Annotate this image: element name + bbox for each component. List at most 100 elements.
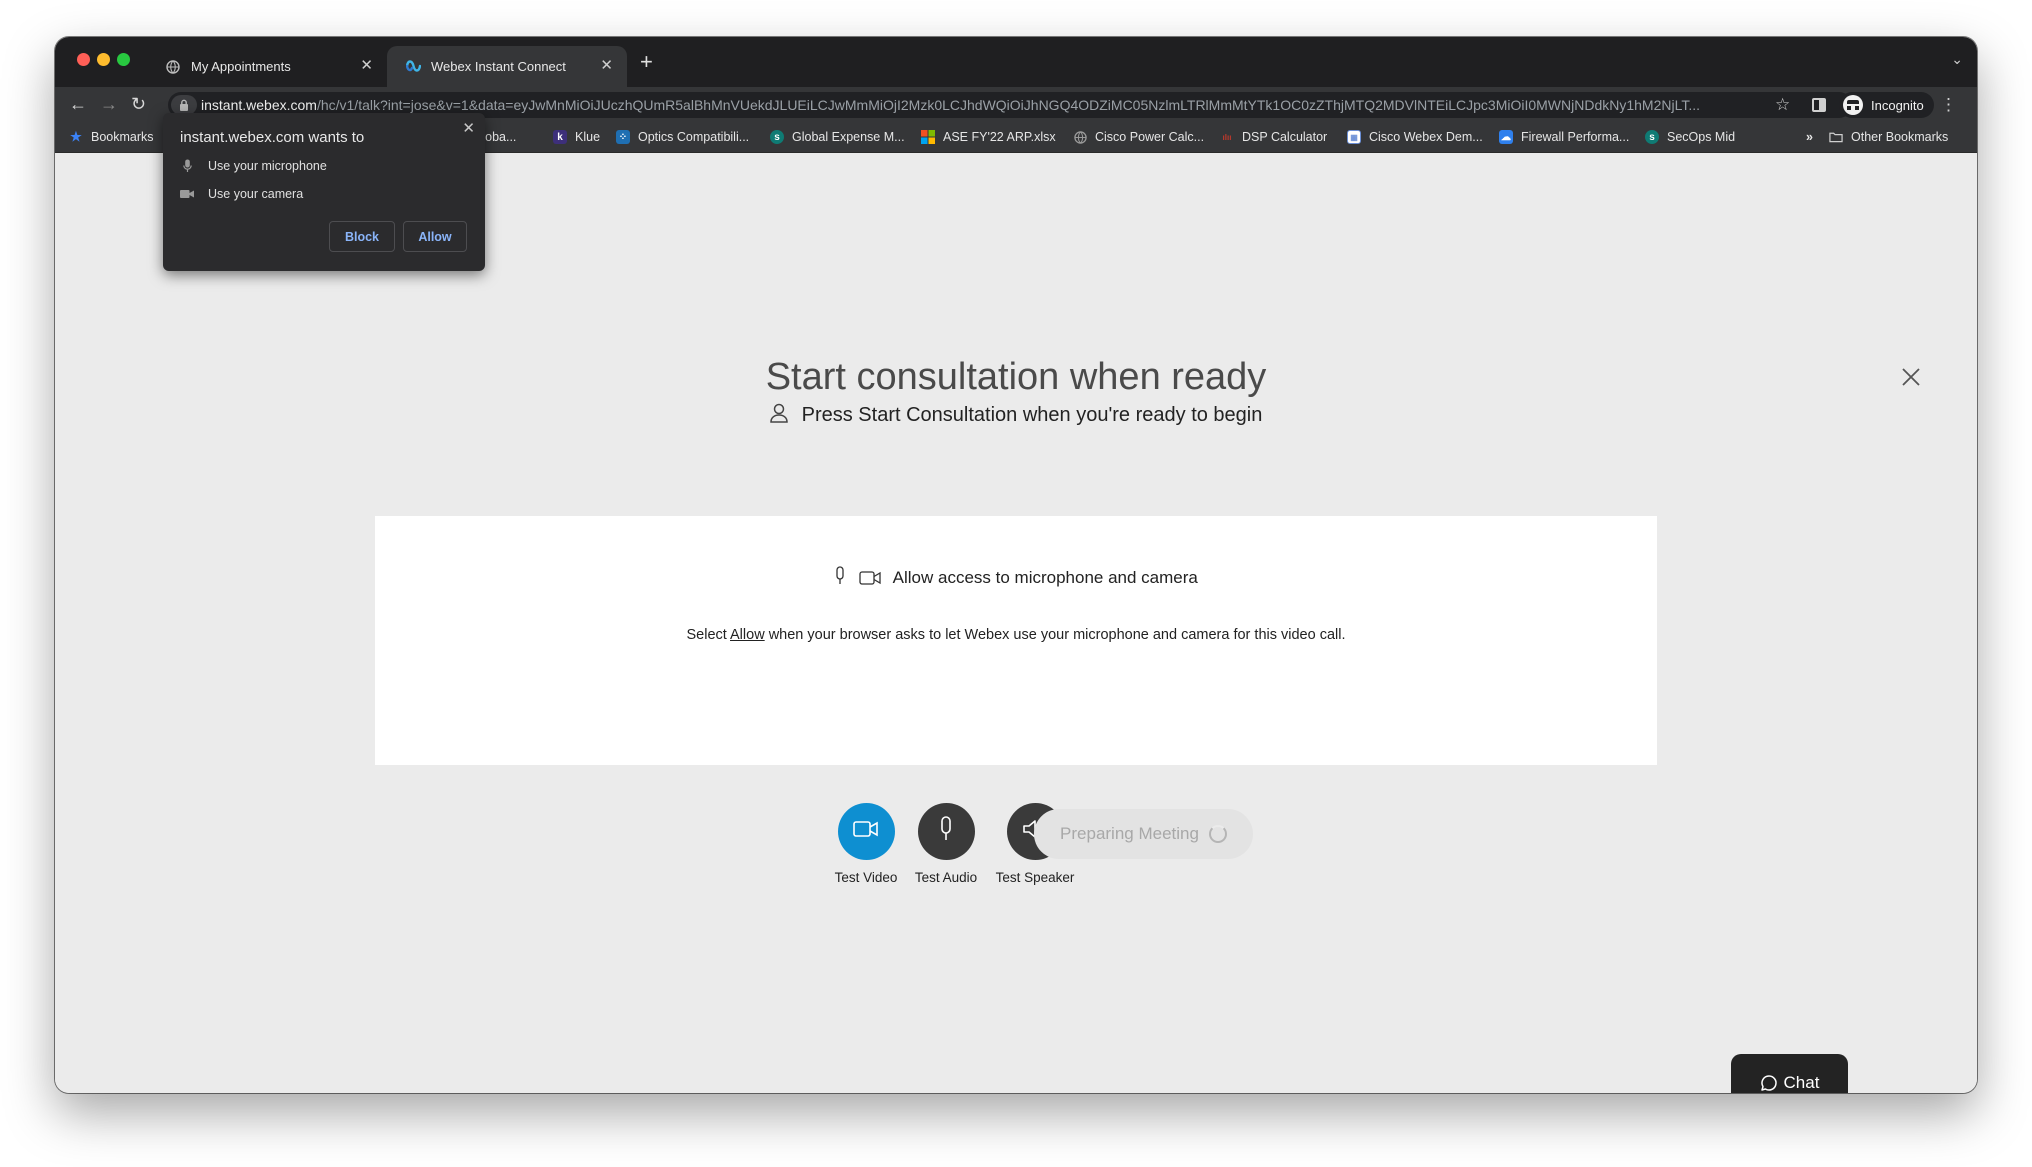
close-tab-icon[interactable]: ✕: [600, 56, 613, 74]
webex-icon: [405, 59, 421, 75]
sharepoint-icon: s: [770, 130, 784, 144]
new-tab-button[interactable]: +: [640, 49, 653, 75]
page-subtitle: Press Start Consultation when you're rea…: [55, 403, 1977, 429]
calendar-icon: ▦: [1347, 130, 1361, 144]
loading-spinner-icon: [1208, 825, 1227, 843]
tab-webex-instant-connect[interactable]: Webex Instant Connect ✕: [387, 46, 627, 87]
permission-title: instant.webex.com wants to: [180, 129, 365, 146]
bookmark-item[interactable]: s SecOps Mid: [1645, 130, 1735, 144]
zoom-window-button[interactable]: [117, 53, 130, 66]
card-body: Select Allow when your browser asks to l…: [375, 627, 1657, 643]
tab-label: My Appointments: [191, 59, 291, 74]
tab-strip: My Appointments ✕ Webex Instant Connect …: [55, 37, 1977, 87]
chat-bubble-icon: [1760, 1074, 1778, 1092]
bookmark-label: Klue: [575, 130, 601, 144]
bookmark-label: ASE FY'22 ARP.xlsx: [943, 130, 1056, 144]
subtitle-text: Press Start Consultation when you're rea…: [801, 404, 1263, 426]
bookmark-label: Global Expense M...: [792, 130, 905, 144]
test-video-button[interactable]: [837, 803, 895, 860]
preparing-meeting-button[interactable]: Preparing Meeting: [1034, 809, 1253, 859]
bookmark-label: Cisco Webex Dem...: [1369, 130, 1483, 144]
test-audio-label: Test Audio: [914, 870, 978, 885]
url-host: instant.webex.com: [201, 97, 317, 113]
folder-icon: [1829, 130, 1843, 144]
bookmark-label: Optics Compatibili...: [638, 130, 750, 144]
test-audio-button[interactable]: [917, 803, 975, 860]
url-path: /hc/v1/talk?int=jose&v=1&data=eyJwMnMiOi…: [316, 97, 1701, 113]
close-tab-icon[interactable]: ✕: [360, 56, 373, 74]
globe-icon: [165, 59, 181, 75]
close-icon[interactable]: ✕: [462, 119, 475, 137]
microphone-icon: [939, 816, 953, 847]
lock-icon[interactable]: [171, 95, 197, 115]
permission-item-camera: Use your camera: [180, 187, 303, 201]
k-icon: k: [553, 130, 567, 144]
bookmarks-overflow-button[interactable]: »: [1806, 130, 1813, 144]
card-heading-text: Allow access to microphone and camera: [892, 568, 1198, 587]
video-icon: [853, 820, 879, 843]
bookmark-item[interactable]: ▦ Cisco Webex Dem...: [1347, 130, 1483, 144]
reload-icon[interactable]: ↻: [131, 95, 146, 113]
bookmark-item[interactable]: ☁ Firewall Performa...: [1499, 130, 1629, 144]
page-content: Start consultation when ready Press Star…: [55, 154, 1977, 1093]
permission-label: Use your camera: [208, 187, 304, 201]
other-bookmarks[interactable]: Other Bookmarks: [1829, 130, 1948, 144]
allow-link[interactable]: Allow: [730, 627, 765, 643]
bookmark-item[interactable]: ⁘ Optics Compatibili...: [616, 130, 749, 144]
close-icon[interactable]: [1901, 367, 1921, 392]
forward-arrow-icon[interactable]: →: [100, 95, 118, 113]
bookmark-label: Bookmarks: [91, 130, 154, 144]
bookmark-item[interactable]: ASE FY'22 ARP.xlsx: [921, 130, 1056, 144]
tab-my-appointments[interactable]: My Appointments ✕: [147, 46, 387, 87]
close-window-button[interactable]: [77, 53, 90, 66]
chat-button[interactable]: Chat: [1731, 1054, 1848, 1093]
bookmark-label: DSP Calculator: [1242, 130, 1328, 144]
bookmark-item[interactable]: s Global Expense M...: [770, 130, 905, 144]
side-panel-icon[interactable]: [1812, 98, 1826, 112]
test-video-control[interactable]: Test Video: [826, 803, 906, 885]
globe-icon: [1073, 130, 1087, 144]
microsoft-icon: [921, 130, 935, 144]
bookmark-item[interactable]: k Klue: [553, 130, 600, 144]
bookmark-item[interactable]: Cisco Power Calc...: [1073, 130, 1204, 144]
sharepoint-icon: s: [1645, 130, 1659, 144]
microphone-icon: [834, 566, 846, 591]
minimize-window-button[interactable]: [97, 53, 110, 66]
permission-info-card: Allow access to microphone and camera Se…: [375, 516, 1657, 765]
bookmark-item[interactable]: ılıı DSP Calculator: [1220, 130, 1328, 144]
test-speaker-label: Test Speaker: [995, 870, 1075, 885]
test-video-label: Test Video: [834, 870, 898, 885]
grid-icon: ⁘: [616, 130, 630, 144]
page-title: Start consultation when ready: [765, 356, 1267, 398]
microphone-icon: [180, 159, 194, 173]
user-icon: [769, 403, 788, 429]
allow-button[interactable]: Allow: [403, 221, 467, 252]
bookmark-label: SecOps Mid: [1667, 130, 1736, 144]
card-body-text: when your browser asks to let Webex use …: [764, 627, 1346, 643]
profile-label: Incognito: [1871, 97, 1924, 113]
camera-icon: [180, 189, 194, 199]
bookmark-label: Cisco Power Calc...: [1095, 130, 1205, 144]
permission-item-microphone: Use your microphone: [180, 159, 327, 173]
video-icon: [859, 570, 881, 591]
cisco-icon: ılıı: [1222, 132, 1232, 142]
more-menu-icon[interactable]: ⋮: [1940, 95, 1957, 115]
profile-button[interactable]: Incognito: [1839, 92, 1934, 118]
chevron-down-icon[interactable]: ⌄: [1951, 51, 1963, 68]
bookmark-item[interactable]: ★ Bookmarks: [69, 129, 154, 144]
block-button[interactable]: Block: [329, 221, 395, 252]
star-icon: ★: [70, 129, 82, 144]
card-heading: Allow access to microphone and camera: [375, 566, 1657, 591]
chat-label: Chat: [1783, 1072, 1820, 1092]
card-body-text: Select: [686, 627, 731, 643]
bookmark-star-icon[interactable]: ☆: [1775, 95, 1790, 115]
tab-label: Webex Instant Connect: [431, 59, 566, 74]
cloud-icon: ☁: [1499, 130, 1513, 144]
bookmark-label: Other Bookmarks: [1851, 130, 1949, 144]
back-arrow-icon[interactable]: ←: [69, 95, 87, 113]
bookmark-label: Firewall Performa...: [1521, 130, 1630, 144]
permission-label: Use your microphone: [208, 159, 327, 173]
test-audio-control[interactable]: Test Audio: [906, 803, 986, 885]
permission-popup: instant.webex.com wants to ✕ Use your mi…: [163, 113, 485, 271]
browser-window: My Appointments ✕ Webex Instant Connect …: [55, 37, 1977, 1093]
